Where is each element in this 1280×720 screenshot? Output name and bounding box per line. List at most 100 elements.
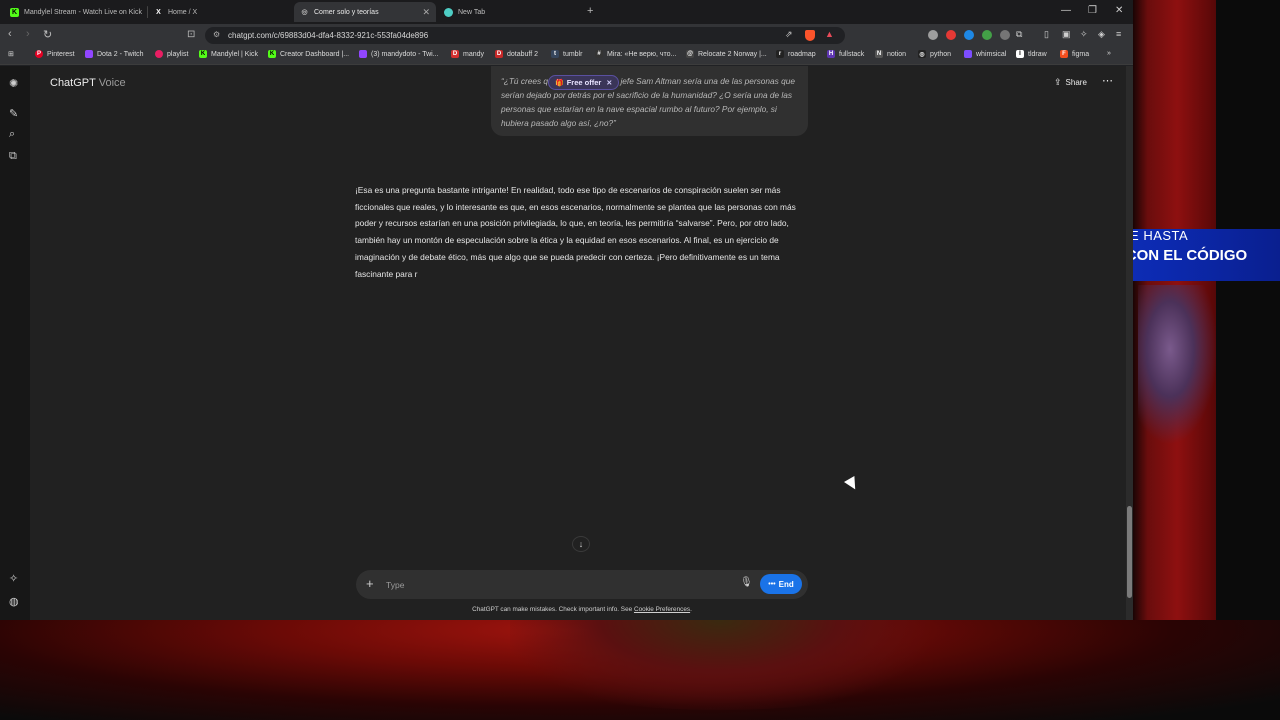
menu-icon[interactable]: ≡	[1116, 29, 1121, 39]
bookmark-roadmap[interactable]: r roadmap	[776, 50, 816, 58]
bookmark-playlist[interactable]: playlist	[155, 50, 188, 58]
bookmark-label: figma	[1072, 50, 1090, 58]
user-message-bubble: “¿Tú crees que alguien como tu jefe Sam …	[491, 66, 808, 136]
bookmark-relocate-norway[interactable]: @ Relocate 2 Norway |...	[686, 50, 767, 58]
whimsical-icon	[964, 50, 972, 58]
bookmark-creator-dashboard[interactable]: K Creator Dashboard |...	[268, 50, 349, 58]
library-icon[interactable]: ⧉	[9, 150, 17, 163]
more-options-icon[interactable]: ⋯	[1102, 74, 1113, 87]
bookmark-tldraw[interactable]: Itldraw	[1016, 50, 1047, 58]
stream-background-bottom	[0, 620, 1280, 720]
tab-label: New Tab	[458, 8, 486, 16]
hashtag-icon: #	[595, 50, 603, 58]
leo-ai-icon[interactable]: ✧	[1080, 29, 1088, 40]
voice-dots-icon: •••	[768, 580, 776, 588]
bookmark-label: (3) mandydoto - Twi...	[371, 50, 439, 58]
python-icon: ◎	[918, 50, 926, 58]
reload-icon[interactable]: ↻	[43, 28, 52, 41]
add-attachment-icon[interactable]: +	[366, 576, 374, 591]
bookmark-notion[interactable]: Nnotion	[875, 50, 906, 58]
new-tab-icon	[444, 7, 453, 17]
extension-icon[interactable]	[946, 30, 956, 40]
new-tab-plus-icon[interactable]: +	[587, 5, 593, 17]
bookmark-whimsical[interactable]: whimsical	[964, 50, 1006, 58]
bookmark-label: python	[930, 50, 952, 58]
scrollbar-thumb[interactable]	[1127, 506, 1132, 598]
bookmark-figma[interactable]: Ffigma	[1060, 50, 1089, 58]
share-page-icon[interactable]: ⇗	[785, 29, 793, 40]
message-input[interactable]	[386, 577, 726, 592]
tab-chatgpt[interactable]: ◎ Comer solo y teorías ✕	[294, 2, 436, 22]
cookie-preferences-link[interactable]: Cookie Preferences	[634, 606, 690, 613]
bookmark-icon[interactable]: ⊡	[187, 29, 195, 40]
apps-grid-icon[interactable]: ⊞	[8, 50, 14, 58]
bookmark-fullstack[interactable]: Hfullstack	[827, 50, 864, 58]
bookmark-label: dotabuff 2	[507, 50, 539, 58]
model-subtitle: Voice	[98, 77, 126, 89]
extensions-puzzle-icon[interactable]: ⧉	[1016, 29, 1022, 40]
sparkle-icon[interactable]: ✧	[9, 572, 18, 585]
bookmark-label: Mira: «Не верю, что...	[607, 50, 677, 58]
address-bar[interactable]: ⚙ chatgpt.com/c/69883d04-dfa4-8332-921c-…	[205, 27, 845, 44]
share-button[interactable]: ⇪ Share	[1054, 77, 1087, 88]
bookmark-label: Relocate 2 Norway |...	[698, 50, 767, 58]
scroll-down-icon[interactable]: ↓	[572, 536, 590, 552]
bookmark-mira[interactable]: # Mira: «Не верю, что...	[595, 50, 676, 58]
bookmark-python[interactable]: ◎ python	[918, 50, 951, 58]
disclaimer: ChatGPT can make mistakes. Check importa…	[356, 606, 808, 613]
page-title[interactable]: ChatGPT Voice	[50, 77, 126, 89]
chatgpt-page: ✺ ✎ ⌕ ⧉ ✧ ◍ ChatGPT Voice “¿Tú crees que…	[0, 66, 1133, 620]
bookmark-mandydoto-twitch[interactable]: (3) mandydoto - Twi...	[359, 50, 439, 58]
screen: BONO DE HASTA S/1100 AHORA CON EL CÓDIGO…	[0, 0, 1280, 720]
bookmark-dota-twitch[interactable]: Dota 2 - Twitch	[85, 50, 144, 58]
bookmark-label: Mandylel | Kick	[211, 50, 258, 58]
bookmark-mandylel-kick[interactable]: K Mandylel | Kick	[199, 50, 258, 58]
extension-icon[interactable]	[964, 30, 974, 40]
avatar[interactable]: ◍	[9, 595, 19, 608]
bookmark-dotabuff[interactable]: Ddotabuff 2	[495, 50, 538, 58]
sidebar-rail: ✺ ✎ ⌕ ⧉ ✧ ◍	[0, 66, 30, 620]
search-icon[interactable]: ⌕	[9, 128, 15, 141]
browser-toolbar: ‹ › ↻ ⊡ ⚙ chatgpt.com/c/69883d04-dfa4-83…	[0, 24, 1133, 47]
back-icon[interactable]: ‹	[8, 28, 12, 40]
microphone-icon[interactable]: 🎙	[740, 577, 753, 588]
extension-icon[interactable]	[928, 30, 938, 40]
bookmark-mandy[interactable]: Dmandy	[451, 50, 484, 58]
free-offer-badge[interactable]: 🎁 Free offer ✕	[548, 75, 620, 90]
bookmark-tumblr[interactable]: t tumblr	[551, 50, 582, 58]
tab-x-home[interactable]: X Home / X	[148, 2, 292, 22]
playlist-icon	[155, 50, 163, 58]
brave-shields-icon[interactable]	[805, 30, 815, 41]
tab-new[interactable]: New Tab	[438, 2, 582, 22]
end-voice-button[interactable]: ••• End	[760, 574, 802, 594]
composer: + 🎙 ••• End	[356, 570, 808, 599]
brave-rewards-icon[interactable]: ▲	[825, 29, 834, 39]
tab-bar: K Mandylel Stream - Watch Live on Kick X…	[0, 0, 1133, 24]
bookmark-label: playlist	[167, 50, 189, 58]
close-tab-icon[interactable]: ✕	[422, 7, 430, 18]
page-scrollbar[interactable]	[1126, 66, 1133, 620]
extension-icon[interactable]	[982, 30, 992, 40]
site-settings-icon[interactable]: ⚙	[213, 30, 220, 39]
x-icon: X	[156, 8, 161, 16]
more-bookmarks-icon[interactable]: »	[1107, 50, 1111, 57]
extension-icon[interactable]	[1000, 30, 1010, 40]
close-icon[interactable]: ✕	[606, 79, 612, 87]
tab-kick-stream[interactable]: K Mandylel Stream - Watch Live on Kick	[4, 2, 148, 22]
bookmark-label: Creator Dashboard |...	[280, 50, 350, 58]
forward-icon[interactable]: ›	[26, 28, 30, 40]
fullstack-icon: H	[827, 50, 835, 58]
minimize-icon[interactable]: —	[1061, 5, 1071, 16]
close-window-icon[interactable]: ✕	[1115, 5, 1123, 16]
sidebar-icon[interactable]: ▯	[1044, 29, 1049, 40]
free-offer-label: Free offer	[566, 78, 602, 87]
openai-logo-icon[interactable]: ✺	[9, 77, 18, 90]
new-chat-icon[interactable]: ✎	[9, 107, 18, 120]
vpn-icon[interactable]: ◈	[1098, 29, 1105, 40]
bookmark-pinterest[interactable]: P Pinterest	[35, 50, 75, 58]
bookmark-label: Dota 2 - Twitch	[97, 50, 144, 58]
tab-label: Mandylel Stream - Watch Live on Kick	[23, 8, 142, 16]
restore-icon[interactable]: ❐	[1088, 5, 1097, 16]
figma-icon: F	[1060, 50, 1068, 58]
wallet-icon[interactable]: ▣	[1062, 29, 1071, 40]
